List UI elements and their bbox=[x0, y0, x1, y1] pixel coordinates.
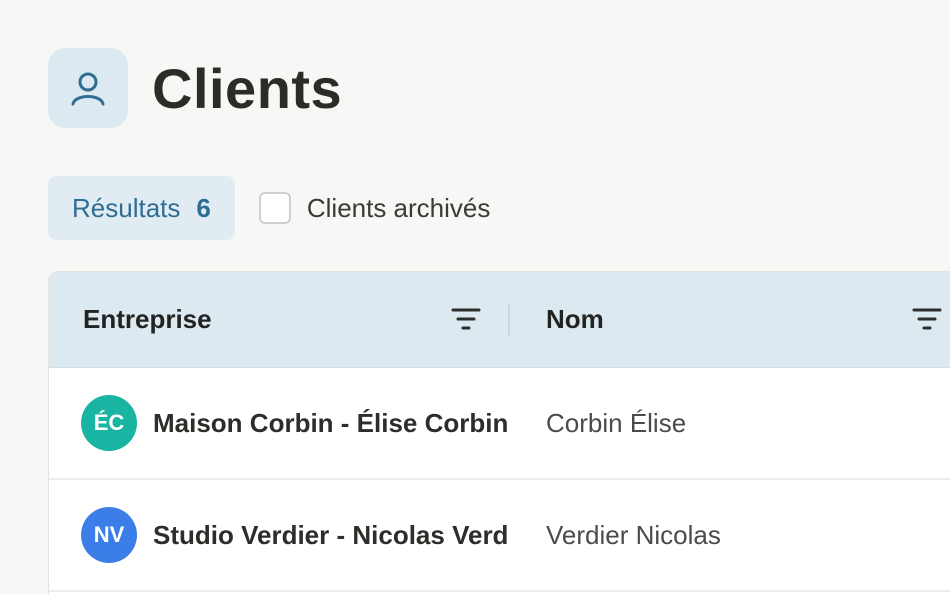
table-header: Entreprise Nom bbox=[49, 272, 950, 368]
column-label-entreprise: Entreprise bbox=[83, 304, 212, 334]
column-header-entreprise[interactable]: Entreprise bbox=[49, 272, 510, 367]
page-title: Clients bbox=[152, 56, 343, 120]
archived-clients-checkbox[interactable] bbox=[258, 192, 291, 224]
page-header: Clients bbox=[48, 48, 342, 128]
filter-icon[interactable] bbox=[451, 306, 481, 332]
clients-table: Entreprise Nom ÉC Maison Corbin - Élise … bbox=[48, 271, 950, 594]
results-label: Résultats bbox=[72, 192, 181, 223]
clients-page: Clients Résultats 6 Clients archivés Ent… bbox=[0, 0, 950, 594]
cell-entreprise: NV Studio Verdier - Nicolas Verdier bbox=[49, 507, 510, 563]
user-icon bbox=[48, 48, 128, 128]
filter-icon[interactable] bbox=[912, 306, 942, 332]
results-tab[interactable]: Résultats 6 bbox=[48, 176, 235, 240]
results-count: 6 bbox=[196, 192, 211, 223]
avatar: NV bbox=[81, 507, 137, 563]
table-row[interactable]: ÉC Maison Corbin - Élise Corbin Corbin É… bbox=[49, 368, 950, 480]
filter-bar: Résultats 6 Clients archivés bbox=[48, 176, 490, 240]
cell-nom: Verdier Nicolas bbox=[546, 519, 721, 550]
archived-clients-label: Clients archivés bbox=[306, 192, 491, 223]
column-header-nom[interactable]: Nom bbox=[510, 272, 950, 367]
avatar: ÉC bbox=[81, 395, 137, 451]
archived-clients-toggle[interactable]: Clients archivés bbox=[258, 192, 491, 224]
table-row[interactable]: NV Studio Verdier - Nicolas Verdier Verd… bbox=[49, 480, 950, 592]
company-name: Studio Verdier - Nicolas Verdier bbox=[153, 519, 510, 550]
cell-entreprise: ÉC Maison Corbin - Élise Corbin bbox=[49, 395, 510, 451]
company-name: Maison Corbin - Élise Corbin bbox=[153, 407, 509, 438]
column-label-nom: Nom bbox=[546, 304, 604, 334]
cell-nom: Corbin Élise bbox=[546, 407, 687, 438]
